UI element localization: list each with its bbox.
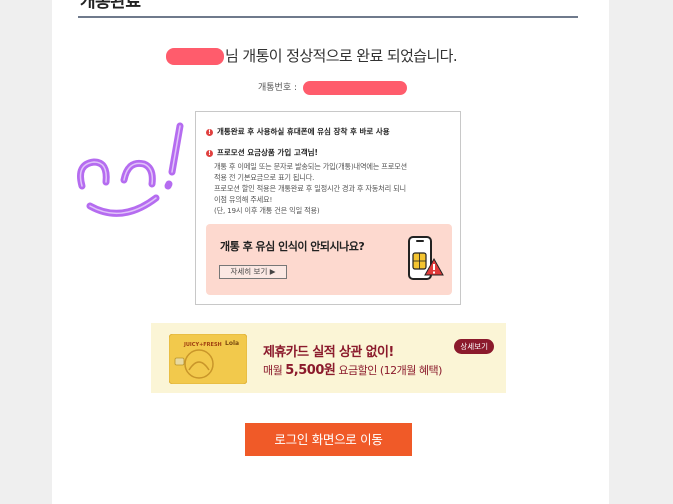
sim-help-box: 개통 후 유심 인식이 안되시나요? 자세히 보기 ▶ [206,224,452,295]
alert-icon: ! [206,129,213,136]
credit-card-image: Lola JUICY+FRESH [169,334,247,384]
activation-number-label: 개통번호 : [258,83,298,93]
phone-sim-warning-icon [408,236,444,280]
activation-number-line: 개통번호 : [258,80,407,95]
page-title: 개통완료 [80,0,141,12]
completion-message-text: 님 개통이 정상적으로 완료 되었습니다. [225,47,458,65]
redacted-activation-number [302,80,407,95]
hand-drawn-doodle [77,122,184,217]
notice-text: 프로모션 요금상품 가입 고객님! [217,148,318,157]
notice-text: 개통완료 후 사용하실 휴대폰에 유심 장착 후 바로 사용 [217,127,390,136]
promo-line: 적용 전 기본요금으로 표기 됩니다. [214,173,315,182]
completion-message: 님 개통이 정상적으로 완료 되었습니다. [166,45,496,66]
promo-line: (단, 19시 이후 개통 건은 익일 적용) [214,206,320,215]
promo-description: 개통 후 이메일 또는 문자로 발송되는 가입(개통)내역에는 프로모션 적용 … [214,161,454,216]
redacted-name [166,48,224,65]
promo-line: 이점 유의해 주세요! [214,195,273,204]
notice-item: ! 개통완료 후 사용하실 휴대폰에 유심 장착 후 바로 사용 [206,126,390,137]
banner-sub-suffix: 요금할인 (12개월 혜택) [335,364,442,377]
promo-line: 개통 후 이메일 또는 문자로 발송되는 가입(개통)내역에는 프로모션 [214,162,407,171]
card-promo-banner[interactable]: Lola JUICY+FRESH 제휴카드 실적 상관 없이! 매월 5,500… [151,323,506,393]
banner-headline: 제휴카드 실적 상관 없이! [263,345,394,360]
card-brand: Lola [225,340,239,347]
alert-icon: ! [206,150,213,157]
sim-help-title: 개통 후 유심 인식이 안되시나요? [220,240,365,253]
notice-box: ! 개통완료 후 사용하실 휴대폰에 유심 장착 후 바로 사용 ! 프로모션 요금… [195,111,461,305]
banner-discount-amount: 5,500원 [285,363,336,378]
banner-subline: 매월 5,500원 요금할인 (12개월 혜택) [263,359,442,378]
go-to-login-button[interactable]: 로그인 화면으로 이동 [245,423,412,456]
banner-sub-prefix: 매월 [263,364,286,377]
banner-detail-button[interactable]: 상세보기 [454,339,494,354]
promo-line: 프로모션 할인 적용은 개통완료 후 일정시간 경과 후 자동처리 되니 [214,184,406,193]
card-name: JUICY+FRESH [183,342,222,348]
notice-item: ! 프로모션 요금상품 가입 고객님! [206,147,318,158]
sim-detail-button[interactable]: 자세히 보기 ▶ [219,265,287,279]
title-divider [78,16,578,18]
